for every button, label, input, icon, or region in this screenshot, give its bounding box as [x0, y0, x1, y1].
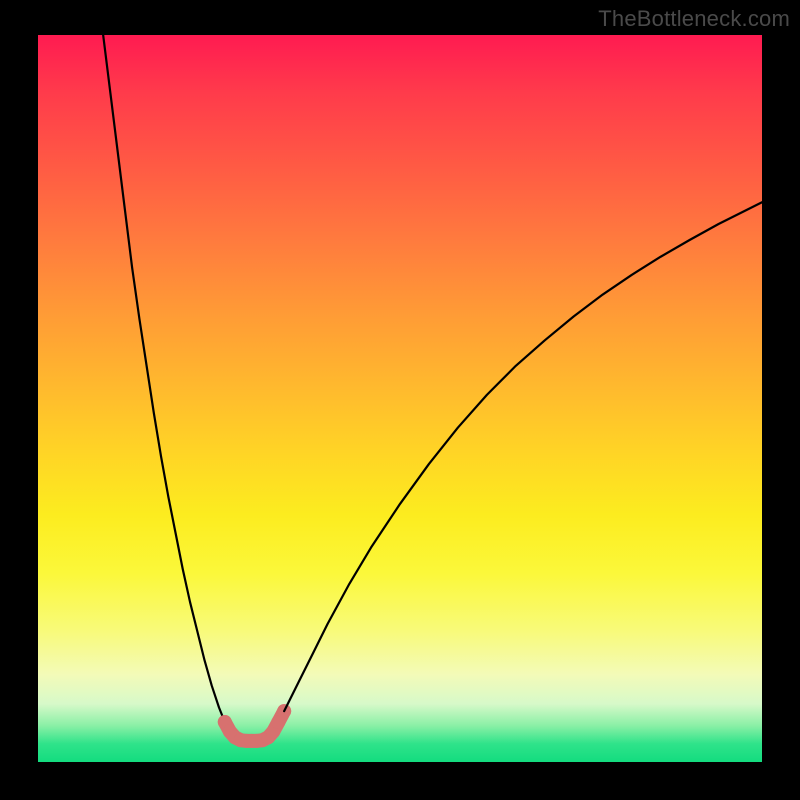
plot-area — [38, 35, 762, 762]
right-branch-path — [284, 202, 762, 711]
curve-svg — [38, 35, 762, 762]
watermark-text: TheBottleneck.com — [598, 6, 790, 32]
left-branch-path — [103, 35, 225, 722]
chart-frame: TheBottleneck.com — [0, 0, 800, 800]
series-group — [103, 35, 762, 748]
